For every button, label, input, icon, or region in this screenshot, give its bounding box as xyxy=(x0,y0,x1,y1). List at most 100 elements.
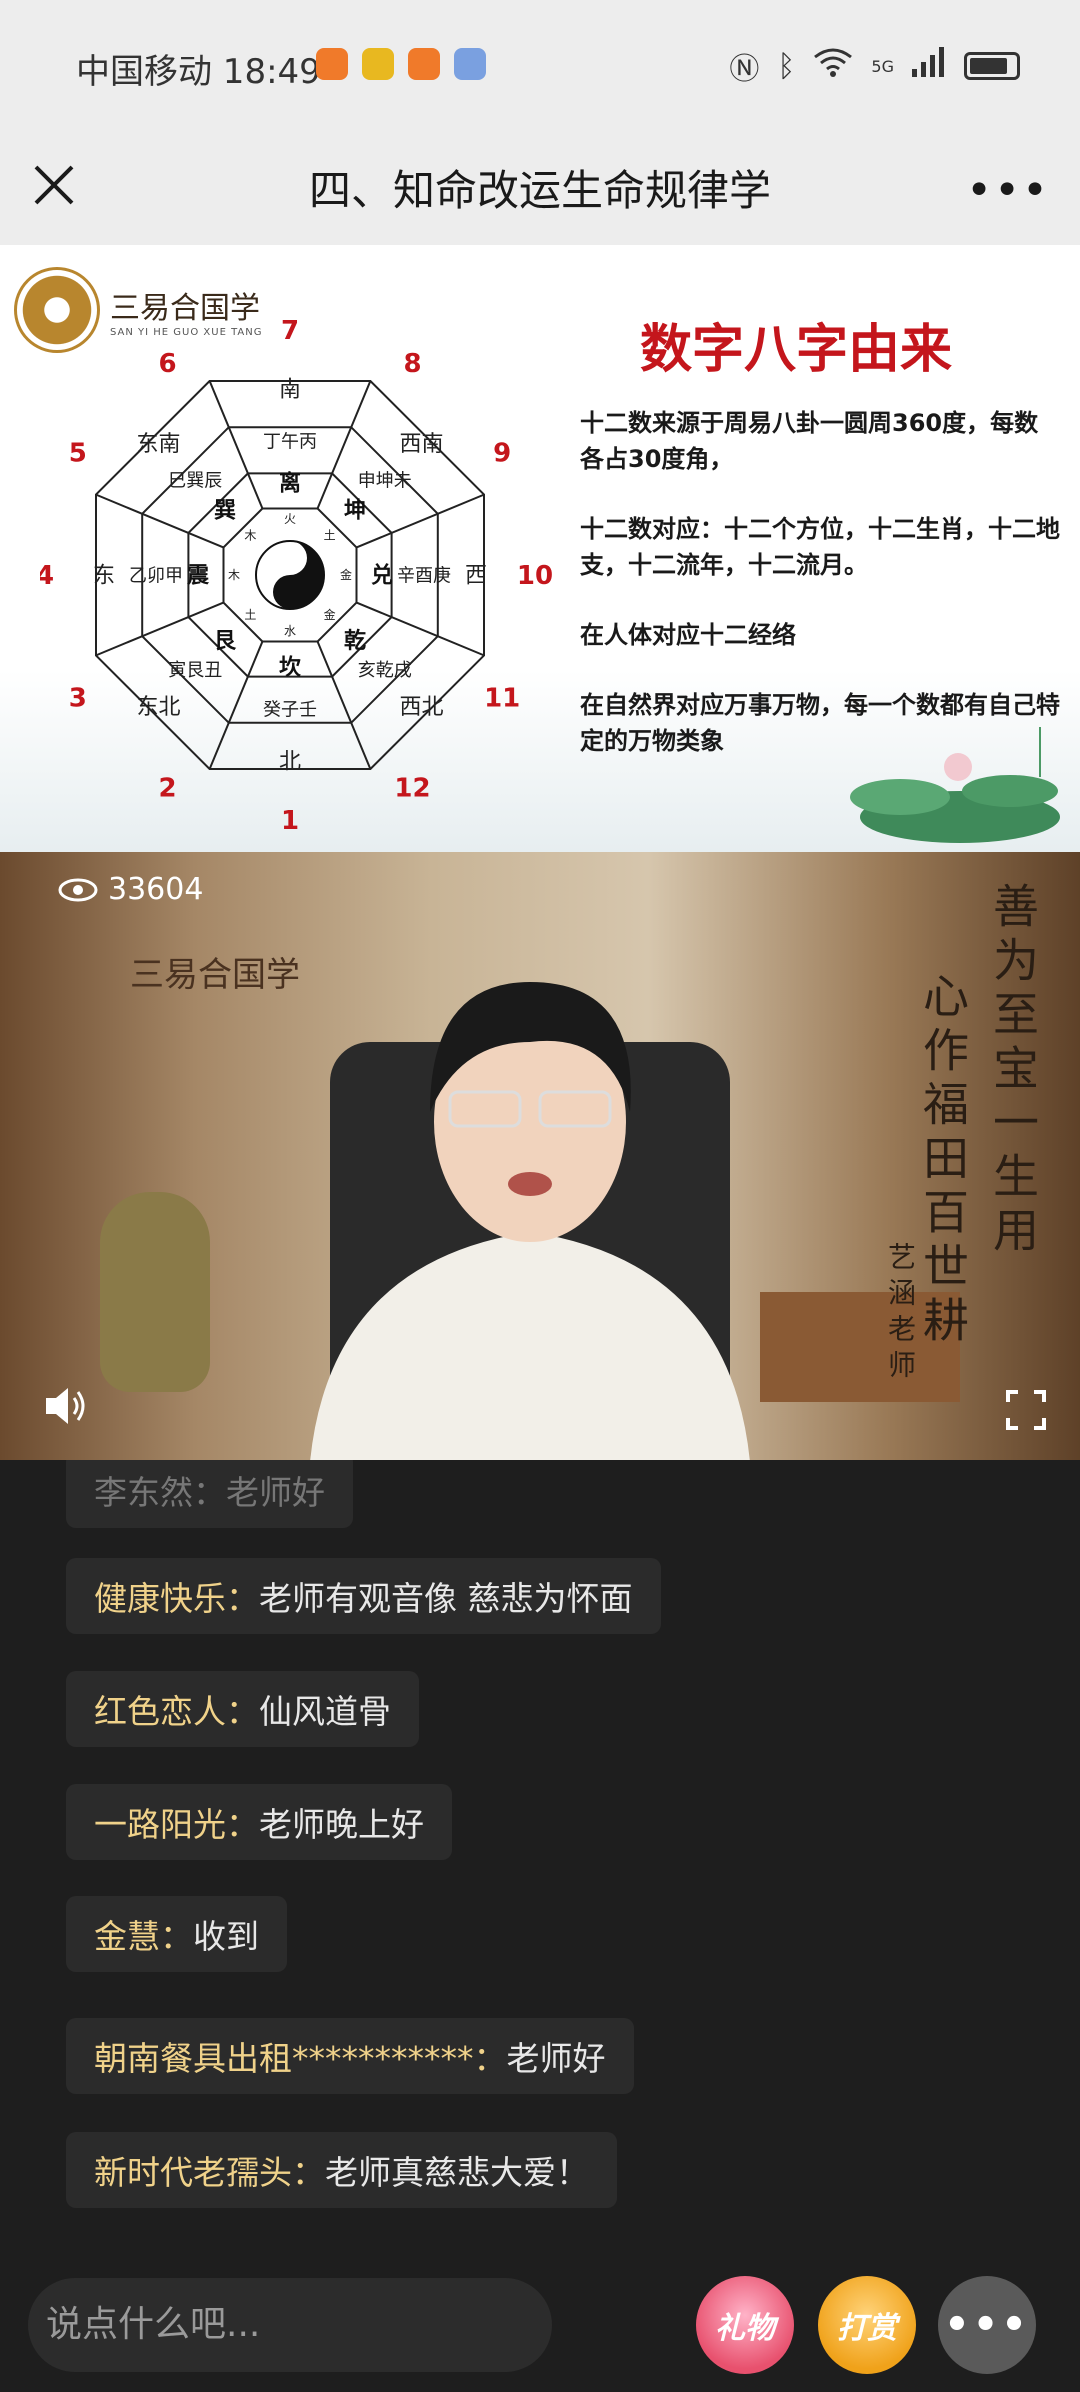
lotus-decoration xyxy=(850,727,1060,843)
chat-user: 李东然： xyxy=(94,1473,226,1512)
chat-user: 红色恋人： xyxy=(94,1692,259,1731)
trigram-label: 震 xyxy=(187,564,210,589)
diagram-number: 12 xyxy=(394,773,430,803)
tip-label: 打赏 xyxy=(837,2311,897,2346)
element-label: 火 xyxy=(284,512,296,526)
tip-button[interactable]: 打赏 xyxy=(818,2276,916,2374)
fullscreen-icon xyxy=(1006,1390,1046,1430)
calligraphy-right: 善为至宝一生用 xyxy=(986,882,1040,1260)
element-label: 金 xyxy=(324,607,336,622)
direction-label: 北 xyxy=(279,750,301,775)
element-label: 木 xyxy=(244,529,256,543)
element-label: 土 xyxy=(324,529,336,543)
chat-text: 老师好 xyxy=(226,1473,325,1512)
vase-decoration xyxy=(100,1192,210,1392)
chat-message: 红色恋人： 仙风道骨 xyxy=(66,1671,419,1747)
bagua-diagram: 北癸子壬坎水东北 寅艮丑艮土东乙卯甲震木东南 巳巽辰巽木南丁午丙离火西南 申坤未坤土西… xyxy=(36,305,560,845)
bluetooth-icon: ᛒ xyxy=(777,48,796,84)
element-label: 木 xyxy=(228,568,240,582)
diagram-number: 5 xyxy=(69,439,87,469)
chat-message: 一路阳光： 老师晚上好 xyxy=(66,1784,452,1860)
branch-label: 寅艮丑 xyxy=(168,660,222,681)
chat-message: 新时代老孺头： 老师真慈悲大爱！ xyxy=(66,2132,617,2208)
slide-paragraph: 在人体对应十二经络 xyxy=(580,621,796,649)
diagram-number: 2 xyxy=(158,773,176,803)
trigram-label: 巽 xyxy=(214,499,236,524)
status-right: Ⓝ ᛒ 5G xyxy=(729,44,1020,88)
chat-text: 收到 xyxy=(193,1917,259,1956)
diagram-number: 7 xyxy=(281,316,299,346)
diagram-number: 10 xyxy=(517,561,553,591)
network-type: 5G xyxy=(871,56,894,76)
nfc-icon: Ⓝ xyxy=(729,52,760,87)
slide-title: 数字八字由来 xyxy=(640,320,953,380)
branch-label: 癸子壬 xyxy=(263,699,317,720)
direction-label: 西 xyxy=(465,564,487,589)
slide-paragraph: 十二数对应：十二个方位，十二生肖，十二地支，十二流年，十二流月。 xyxy=(580,515,1060,579)
chat-message: 金慧： 收到 xyxy=(66,1896,287,1972)
page-title: 四、知命改运生命规律学 xyxy=(308,166,771,215)
octagon-spoke xyxy=(356,493,485,549)
branch-label: 巳巽辰 xyxy=(168,471,222,492)
input-bar: 说点什么吧... 礼物 打赏 ••• xyxy=(0,2240,1080,2392)
chat-text: 老师有观音像 慈悲为怀面 xyxy=(259,1579,633,1618)
calligraphy-signature: 艺涵老师 xyxy=(884,1242,917,1386)
element-label: 水 xyxy=(284,624,296,638)
battery-icon xyxy=(964,52,1020,80)
app-notification-icon xyxy=(362,48,394,80)
view-count-value: 33604 xyxy=(108,872,204,907)
presenter xyxy=(310,982,750,1460)
trigram-label: 乾 xyxy=(344,628,366,654)
more-options-button[interactable]: ••• xyxy=(966,165,1050,216)
comment-input[interactable]: 说点什么吧... xyxy=(28,2278,552,2372)
element-label: 金 xyxy=(340,567,352,582)
octagon-spoke xyxy=(95,493,224,549)
chat-user: 朝南餐具出租***********： xyxy=(94,2039,507,2078)
element-label: 土 xyxy=(244,608,256,622)
mute-button[interactable] xyxy=(40,1380,92,1432)
branch-label: 亥乾戌 xyxy=(358,660,412,681)
chat-user: 健康快乐： xyxy=(94,1579,259,1618)
chat-user: 一路阳光： xyxy=(94,1805,259,1844)
direction-label: 南 xyxy=(279,378,301,403)
chat-message: 李东然： 老师好 xyxy=(66,1460,353,1528)
trigram-label: 艮 xyxy=(214,629,237,654)
notification-icons xyxy=(316,48,486,80)
game-notification-icon xyxy=(454,48,486,80)
chat-text: 仙风道骨 xyxy=(259,1692,391,1731)
trigram-label: 离 xyxy=(279,471,301,497)
more-menu-button[interactable]: ••• xyxy=(938,2276,1036,2374)
chat-user: 金慧： xyxy=(94,1917,193,1956)
slide-paragraph: 十二数来源于周易八卦一圆周360度，每数各占30度角， xyxy=(580,409,1039,473)
branch-label: 丁午丙 xyxy=(263,431,317,452)
diagram-number: 1 xyxy=(281,806,299,836)
eye-icon xyxy=(58,878,98,901)
chat-message: 朝南餐具出租***********： 老师好 xyxy=(66,2018,634,2094)
live-video-player[interactable]: 33604 三易合国学 善为至宝一生用 心作福田百世耕 艺涵老师 xyxy=(0,852,1080,1460)
chat-text: 老师好 xyxy=(506,2039,606,2078)
diagram-number: 8 xyxy=(403,349,421,379)
presentation-slide: 三易合国学 SAN YI HE GUO XUE TANG 北癸子壬坎水东北 寅艮丑… xyxy=(0,245,1080,852)
chat-text: 老师真慈悲大爱！ xyxy=(325,2153,589,2192)
status-bar: 中国移动 18:49 Ⓝ ᛒ 5G xyxy=(0,0,1080,135)
diagram-number: 4 xyxy=(40,561,54,591)
diagram-number: 3 xyxy=(69,684,87,714)
diagram-number: 9 xyxy=(493,439,511,469)
app-notification-icon xyxy=(316,48,348,80)
view-count: 33604 xyxy=(58,872,203,907)
direction-label: 东北 xyxy=(136,695,180,720)
carrier-time: 中国移动 18:49 xyxy=(76,52,321,92)
branch-label: 申坤未 xyxy=(358,471,412,492)
diagram-number: 6 xyxy=(158,349,176,379)
direction-label: 东南 xyxy=(136,432,180,457)
direction-label: 西南 xyxy=(400,432,444,457)
chat-text: 老师晚上好 xyxy=(259,1805,424,1844)
gift-button[interactable]: 礼物 xyxy=(696,2276,794,2374)
chat-list[interactable]: 李东然： 老师好 健康快乐： 老师有观音像 慈悲为怀面 红色恋人： 仙风道骨 一… xyxy=(0,1460,1080,2240)
fullscreen-button[interactable] xyxy=(1006,1390,1046,1430)
octagon-spoke xyxy=(95,601,224,657)
octagon-spoke xyxy=(356,601,485,657)
chat-message: 健康快乐： 老师有观音像 慈悲为怀面 xyxy=(66,1558,661,1634)
branch-label: 乙卯甲 xyxy=(129,565,183,586)
trigram-label: 兑 xyxy=(371,563,393,589)
